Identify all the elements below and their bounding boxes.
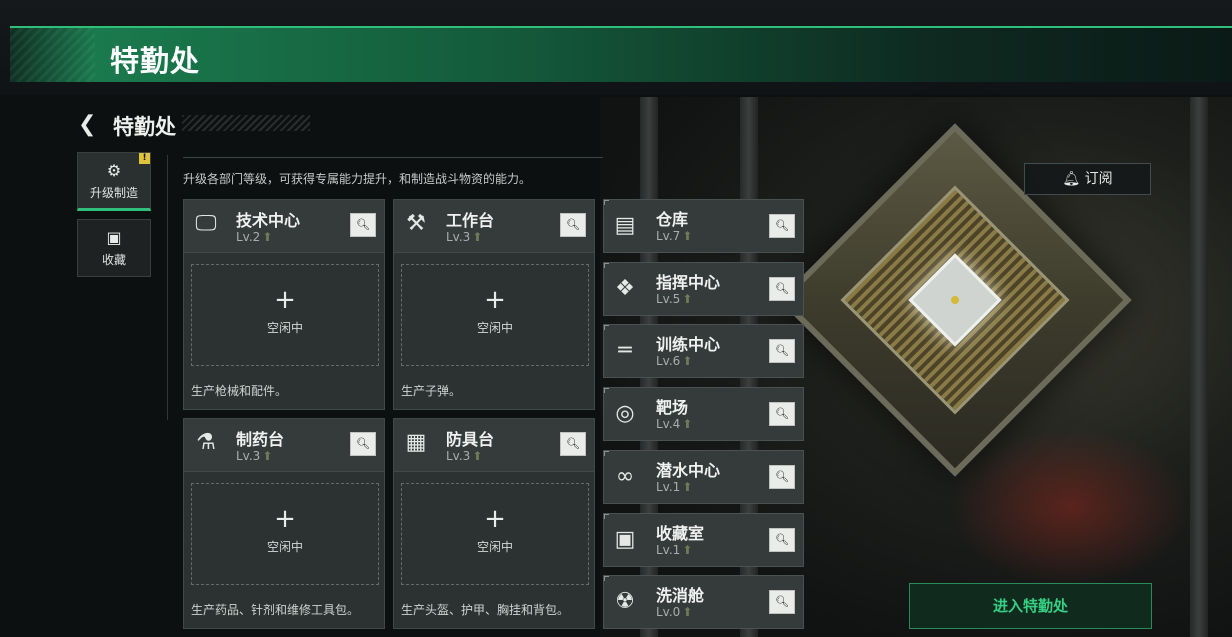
workshop-card-tech-center: 🖵︎ 技术中心 Lv.2 ⬆ 🔍︎ + 空闲中 生产枪械和配件。 xyxy=(183,199,385,410)
banner-hatch xyxy=(10,28,95,82)
search-icon[interactable]: 🔍︎ xyxy=(769,528,795,552)
card-level: Lv.3 ⬆ xyxy=(446,230,483,244)
tools-icon: ⚒ xyxy=(406,211,426,236)
slot-status: 空闲中 xyxy=(266,540,303,554)
facility-level: Lv.4 ⬆ xyxy=(656,417,693,431)
back-arrow-icon[interactable]: ❮ xyxy=(78,112,96,137)
facility-name: 洗消舱 xyxy=(656,586,705,605)
monitor-icon: 🖵︎ xyxy=(195,211,217,236)
facility-training-center[interactable]: ═ 训练中心 Lv.6 ⬆ 🔍︎ xyxy=(603,324,804,378)
slot-status: 空闲中 xyxy=(266,321,303,335)
production-slot[interactable]: + 空闲中 xyxy=(191,264,379,366)
cube-frame xyxy=(840,185,1070,415)
slot-status: 空闲中 xyxy=(476,540,513,554)
enter-special-ops-button[interactable]: 进入特勤处 xyxy=(909,583,1152,629)
collection-room-icon: ▣ xyxy=(614,527,636,552)
search-icon[interactable]: 🔍︎ xyxy=(769,590,795,614)
facility-level: Lv.6 ⬆ xyxy=(656,354,693,368)
target-icon: ◎ xyxy=(615,401,635,426)
search-icon[interactable]: 🔍︎ xyxy=(769,339,795,363)
production-slot[interactable]: + 空闲中 xyxy=(191,483,379,585)
page-title: 特勤处 xyxy=(113,115,176,139)
search-icon[interactable]: 🔍︎ xyxy=(560,213,586,237)
facility-name: 收藏室 xyxy=(656,524,705,543)
divider xyxy=(183,157,603,158)
card-title: 技术中心 xyxy=(236,211,301,230)
subscribe-label: 订阅 xyxy=(1084,171,1113,187)
card-level: Lv.3 ⬆ xyxy=(236,449,273,463)
card-header: ⚒ 工作台 Lv.3 ⬆ 🔍︎ xyxy=(394,200,594,253)
search-icon[interactable]: 🔍︎ xyxy=(769,402,795,426)
add-icon: + xyxy=(484,504,506,534)
slot-status: 空闲中 xyxy=(476,321,513,335)
card-title: 防具台 xyxy=(446,430,495,449)
workshop-card-pharmacy: ⚗ 制药台 Lv.3 ⬆ 🔍︎ + 空闲中 生产药品、针剂和维修工具包。 xyxy=(183,418,385,629)
production-slot[interactable]: + 空闲中 xyxy=(401,264,589,366)
decontamination-icon: ☢ xyxy=(615,589,635,614)
search-icon[interactable]: 🔍︎ xyxy=(769,214,795,238)
title-hatch xyxy=(182,115,310,131)
facility-name: 指挥中心 xyxy=(656,273,721,292)
collection-icon: ▣ xyxy=(106,228,122,247)
card-description: 生产药品、针剂和维修工具包。 xyxy=(191,603,360,617)
add-icon: + xyxy=(274,504,296,534)
workshop-card-armor-bench: ▦ 防具台 Lv.3 ⬆ 🔍︎ + 空闲中 生产头盔、护甲、胸挂和背包。 xyxy=(393,418,595,629)
cube-light xyxy=(949,294,961,306)
facility-level: Lv.0 ⬆ xyxy=(656,605,693,619)
card-description: 生产子弹。 xyxy=(401,384,462,398)
production-slot[interactable]: + 空闲中 xyxy=(401,483,589,585)
microscope-icon: ⚗ xyxy=(196,430,216,455)
workshop-card-workbench: ⚒ 工作台 Lv.3 ⬆ 🔍︎ + 空闲中 生产子弹。 xyxy=(393,199,595,410)
facility-level: Lv.7 ⬆ xyxy=(656,229,693,243)
tab-label: 升级制造 xyxy=(89,186,138,200)
tab-collection[interactable]: ▣ 收藏 xyxy=(77,219,151,277)
search-icon[interactable]: 🔍︎ xyxy=(769,277,795,301)
warehouse-icon: ▤ xyxy=(614,213,636,238)
card-title: 制药台 xyxy=(236,430,285,449)
card-header: ⚗ 制药台 Lv.3 ⬆ 🔍︎ xyxy=(184,419,384,472)
facility-diving-center[interactable]: ∞ 潜水中心 Lv.1 ⬆ 🔍︎ xyxy=(603,450,804,504)
add-icon: + xyxy=(484,285,506,315)
facility-decontamination[interactable]: ☢ 洗消舱 Lv.0 ⬆ 🔍︎ xyxy=(603,575,804,629)
facility-level: Lv.1 ⬆ xyxy=(656,543,693,557)
card-level: Lv.2 ⬆ xyxy=(236,230,273,244)
description-text: 升级各部门等级，可获得专属能力提升，和制造战斗物资的能力。 xyxy=(183,172,532,186)
facility-name: 仓库 xyxy=(656,210,689,229)
card-header: 🖵︎ 技术中心 Lv.2 ⬆ 🔍︎ xyxy=(184,200,384,253)
diving-goggles-icon: ∞ xyxy=(615,464,635,489)
card-level: Lv.3 ⬆ xyxy=(446,449,483,463)
bell-icon: 🔔︎ xyxy=(1062,171,1081,187)
add-icon: + xyxy=(274,285,296,315)
search-icon[interactable]: 🔍︎ xyxy=(350,213,376,237)
facility-command-center[interactable]: ❖ 指挥中心 Lv.5 ⬆ 🔍︎ xyxy=(603,262,804,316)
dumbbell-icon: ═ xyxy=(618,338,632,363)
header-title: 特勤处 xyxy=(110,44,201,78)
command-icon: ❖ xyxy=(615,276,635,301)
facility-level: Lv.5 ⬆ xyxy=(656,292,693,306)
subscribe-button[interactable]: 🔔︎ 订阅 xyxy=(1024,163,1151,195)
card-description: 生产头盔、护甲、胸挂和背包。 xyxy=(401,603,570,617)
divider xyxy=(167,155,168,420)
facility-warehouse[interactable]: ▤ 仓库 Lv.7 ⬆ 🔍︎ xyxy=(603,199,804,253)
cube-core xyxy=(908,253,1002,347)
card-title: 工作台 xyxy=(446,211,495,230)
card-description: 生产枪械和配件。 xyxy=(191,384,288,398)
search-icon[interactable]: 🔍︎ xyxy=(350,432,376,456)
facility-collection-room[interactable]: ▣ 收藏室 Lv.1 ⬆ 🔍︎ xyxy=(603,513,804,567)
facility-name: 靶场 xyxy=(656,398,689,417)
armor-blocks-icon: ▦ xyxy=(405,430,427,455)
card-header: ▦ 防具台 Lv.3 ⬆ 🔍︎ xyxy=(394,419,594,472)
search-icon[interactable]: 🔍︎ xyxy=(769,465,795,489)
facility-shooting-range[interactable]: ◎ 靶场 Lv.4 ⬆ 🔍︎ xyxy=(603,387,804,441)
tab-label: 收藏 xyxy=(101,253,126,267)
scene-pillar xyxy=(1190,97,1208,637)
tab-upgrade-craft[interactable]: ⚙ 升级制造 ! xyxy=(77,152,151,211)
facility-name: 训练中心 xyxy=(656,335,721,354)
scene-glow xyxy=(950,427,1190,587)
search-icon[interactable]: 🔍︎ xyxy=(560,432,586,456)
facility-level: Lv.1 ⬆ xyxy=(656,480,693,494)
alert-badge: ! xyxy=(139,153,150,164)
facility-name: 潜水中心 xyxy=(656,461,721,480)
